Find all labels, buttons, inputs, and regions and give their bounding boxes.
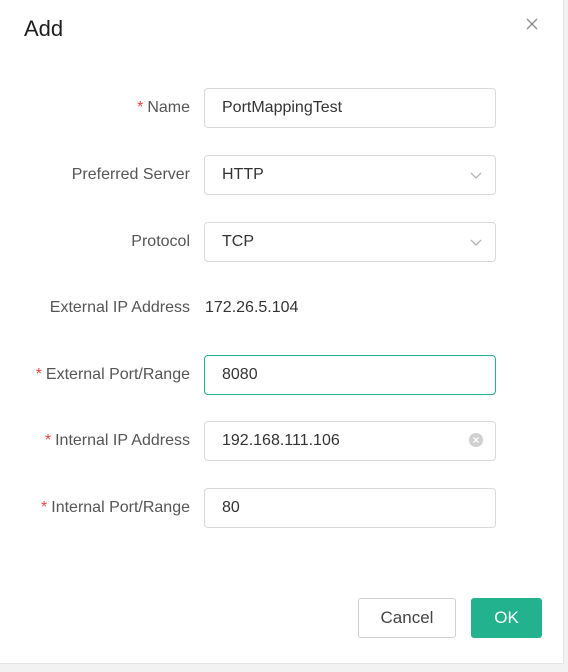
external-port-label: * External Port/Range [35,366,190,383]
required-marker: * [35,366,42,383]
preferred-server-value: HTTP [222,166,264,183]
protocol-select[interactable]: TCP [204,222,496,262]
internal-ip-input[interactable]: 192.168.111.106 [204,421,496,461]
name-input-value: PortMappingTest [222,99,343,116]
close-button[interactable] [522,14,542,34]
close-icon [526,18,538,30]
internal-ip-row: * Internal IP Address 192.168.111.106 [0,421,564,461]
internal-port-label: * Internal Port/Range [41,499,190,516]
chevron-down-icon [470,172,482,179]
internal-port-row: * Internal Port/Range 80 [0,488,564,528]
dialog-title: Add [24,16,64,41]
required-marker: * [137,99,144,116]
protocol-label: Protocol [131,233,190,250]
preferred-server-row: Preferred Server HTTP [0,155,564,195]
internal-port-input[interactable]: 80 [204,488,496,528]
internal-ip-label: * Internal IP Address [44,432,190,449]
external-ip-label: External IP Address [49,299,190,316]
name-row: * Name PortMappingTest [0,88,564,128]
internal-port-value: 80 [222,499,240,516]
protocol-value: TCP [222,233,254,250]
external-ip-row: External IP Address 172.26.5.104 [0,288,564,328]
required-marker: * [41,499,48,516]
x-icon [473,437,479,443]
required-marker: * [44,432,52,449]
internal-ip-value: 192.168.111.106 [222,432,340,449]
add-dialog: Add * Name PortMappingTest Preferred Serv… [0,0,564,664]
external-ip-value: 172.26.5.104 [205,299,299,316]
name-input[interactable]: PortMappingTest [204,88,496,128]
name-label: * Name [137,99,190,116]
clear-input-icon[interactable] [469,433,483,447]
preferred-server-select[interactable]: HTTP [204,155,496,195]
cancel-button[interactable]: Cancel [358,598,456,638]
external-port-value: 8080 [222,366,258,383]
external-port-row: * External Port/Range 8080 [0,355,564,395]
preferred-server-label: Preferred Server [71,166,190,183]
protocol-row: Protocol TCP [0,222,564,262]
chevron-down-icon [470,239,482,246]
external-port-input[interactable]: 8080 [204,355,496,395]
ok-button[interactable]: OK [471,598,542,638]
